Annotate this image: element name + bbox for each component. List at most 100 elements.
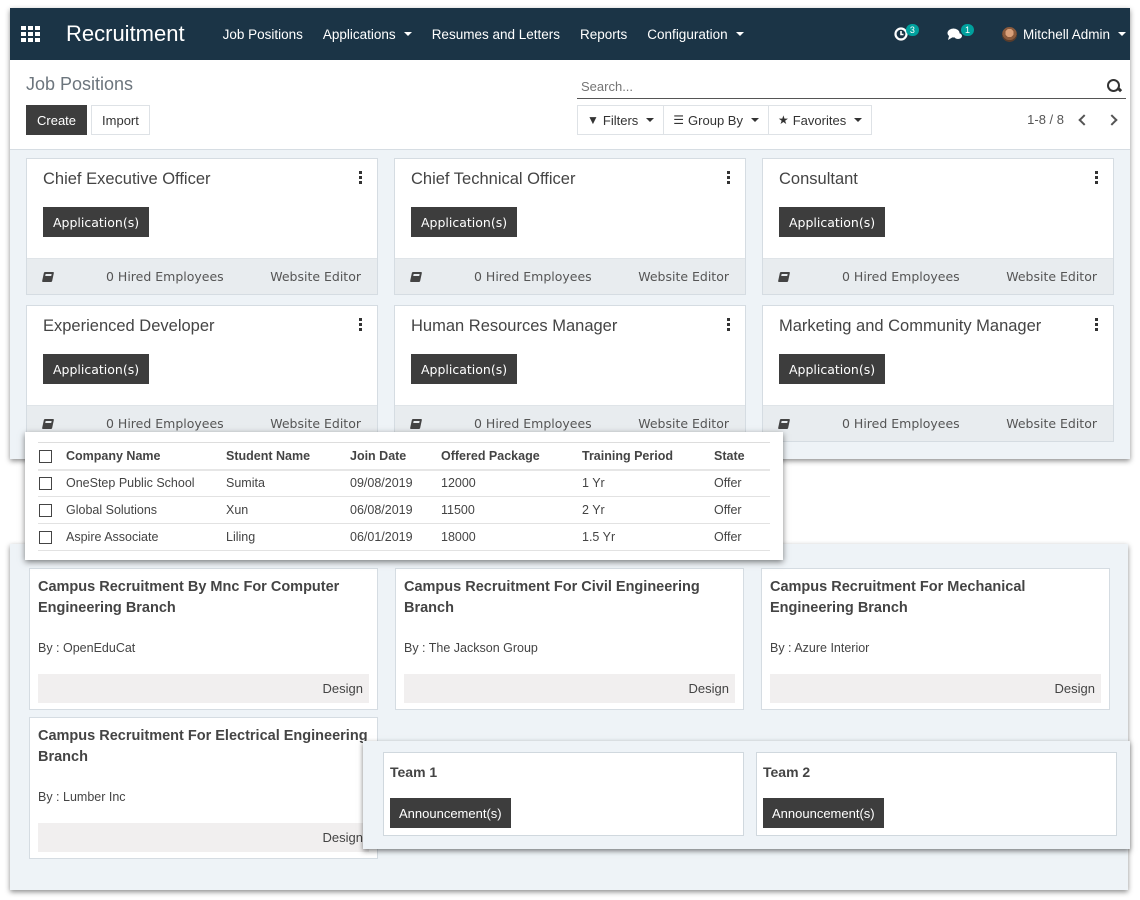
campus-card[interactable]: Campus Recruitment By Mnc For Computer E…: [29, 568, 378, 710]
group-by-button[interactable]: ☰ Group By: [663, 105, 769, 135]
team-card[interactable]: Team 1 Announcement(s): [383, 752, 744, 836]
applications-button[interactable]: Application(s): [779, 207, 886, 237]
column-header[interactable]: Join Date: [350, 442, 441, 471]
menu-reports[interactable]: Reports: [580, 27, 627, 42]
job-card[interactable]: Marketing and Community Manager Applicat…: [762, 305, 1114, 442]
book-icon[interactable]: [409, 271, 423, 282]
select-all-checkbox[interactable]: [39, 449, 52, 463]
job-title[interactable]: Human Resources Manager: [411, 317, 617, 336]
job-card[interactable]: Consultant Application(s) 0 Hired Employ…: [762, 158, 1114, 295]
kebab-menu-icon[interactable]: [1095, 171, 1099, 184]
app-brand[interactable]: Recruitment: [66, 21, 185, 47]
menu-job-positions[interactable]: Job Positions: [223, 27, 303, 42]
pager-value[interactable]: 1-8 / 8: [1027, 112, 1064, 127]
cell-state: Offer: [714, 523, 770, 551]
user-name: Mitchell Admin: [1022, 26, 1110, 42]
website-editor-link[interactable]: Website Editor: [270, 269, 361, 284]
job-card[interactable]: Chief Technical Officer Application(s) 0…: [394, 158, 746, 295]
caret-down-icon: [646, 118, 655, 122]
caret-down-icon: [735, 32, 744, 36]
row-checkbox[interactable]: [39, 504, 52, 518]
job-title[interactable]: Experienced Developer: [43, 317, 215, 336]
campus-card[interactable]: Campus Recruitment For Electrical Engine…: [29, 717, 378, 859]
cell-package: 11500: [441, 496, 582, 524]
applications-button[interactable]: Application(s): [43, 207, 150, 237]
activity-count-badge: 3: [905, 24, 919, 36]
announcements-button[interactable]: Announcement(s): [763, 798, 884, 828]
cell-student: Xun: [226, 496, 350, 524]
announcements-button[interactable]: Announcement(s): [390, 798, 511, 828]
favorites-button[interactable]: ★ Favorites: [767, 105, 873, 135]
job-title[interactable]: Chief Technical Officer: [411, 170, 575, 189]
cell-student: Sumita: [226, 469, 350, 497]
campus-card[interactable]: Campus Recruitment For Mechanical Engine…: [761, 568, 1110, 710]
messages-button[interactable]: 1: [947, 24, 974, 41]
applications-button[interactable]: Application(s): [411, 354, 518, 384]
menu-configuration[interactable]: Configuration: [647, 27, 744, 42]
applications-button[interactable]: Application(s): [411, 207, 518, 237]
cell-package: 18000: [441, 523, 582, 551]
filters-button[interactable]: ▼ Filters: [577, 105, 665, 135]
book-icon[interactable]: [41, 418, 55, 429]
applications-button[interactable]: Application(s): [779, 354, 886, 384]
kebab-menu-icon[interactable]: [359, 171, 363, 184]
chevron-left-icon[interactable]: [1078, 113, 1090, 126]
website-editor-link[interactable]: Website Editor: [1006, 416, 1097, 431]
menu-applications[interactable]: Applications: [323, 27, 412, 42]
book-icon[interactable]: [41, 271, 55, 282]
job-card[interactable]: Chief Executive Officer Application(s) 0…: [26, 158, 378, 295]
search-icon[interactable]: [1106, 78, 1124, 94]
applications-button[interactable]: Application(s): [43, 354, 150, 384]
menu-label: Applications: [322, 26, 396, 42]
campus-title: Campus Recruitment For Civil Engineering…: [404, 579, 700, 616]
kebab-menu-icon[interactable]: [727, 318, 731, 331]
job-title[interactable]: Marketing and Community Manager: [779, 317, 1041, 336]
column-header[interactable]: Company Name: [66, 442, 226, 471]
job-card[interactable]: Human Resources Manager Application(s) 0…: [394, 305, 746, 442]
create-button[interactable]: Create: [26, 105, 88, 135]
job-title[interactable]: Consultant: [779, 170, 858, 189]
search-input[interactable]: [577, 78, 1106, 94]
row-checkbox[interactable]: [39, 477, 52, 491]
cell-company: Global Solutions: [66, 496, 226, 524]
activities-button[interactable]: 3: [894, 24, 919, 41]
column-header[interactable]: Offered Package: [441, 442, 582, 471]
kebab-menu-icon[interactable]: [1095, 318, 1099, 331]
column-header[interactable]: Training Period: [582, 442, 714, 471]
placement-table: Company Name Student Name Join Date Offe…: [38, 442, 770, 551]
favorites-label: Favorites: [792, 112, 847, 128]
table-row[interactable]: Aspire Associate Liling 06/01/2019 18000…: [38, 523, 770, 551]
cell-state: Offer: [714, 469, 770, 497]
website-editor-link[interactable]: Website Editor: [638, 416, 729, 431]
kebab-menu-icon[interactable]: [727, 171, 731, 184]
campus-company: By : Azure Interior: [770, 641, 870, 655]
job-title[interactable]: Chief Executive Officer: [43, 170, 211, 189]
group-by-label: Group By: [688, 112, 743, 128]
campus-card[interactable]: Campus Recruitment For Civil Engineering…: [395, 568, 744, 710]
book-icon[interactable]: [409, 418, 423, 429]
campus-tag: Design: [770, 674, 1101, 703]
table-row[interactable]: OneStep Public School Sumita 09/08/2019 …: [38, 469, 770, 497]
website-editor-link[interactable]: Website Editor: [638, 269, 729, 284]
table-row[interactable]: Global Solutions Xun 06/08/2019 11500 2 …: [38, 496, 770, 524]
chevron-right-icon[interactable]: [1106, 113, 1118, 126]
top-navbar: Recruitment Job Positions Applications R…: [10, 8, 1130, 60]
website-editor-link[interactable]: Website Editor: [1006, 269, 1097, 284]
user-menu[interactable]: Mitchell Admin: [1001, 26, 1126, 42]
row-checkbox[interactable]: [39, 531, 52, 545]
kebab-menu-icon[interactable]: [359, 318, 363, 331]
campus-company: By : Lumber Inc: [38, 790, 126, 804]
book-icon[interactable]: [777, 271, 791, 282]
team-title: Team 2: [763, 764, 811, 780]
menu-resumes-and-letters[interactable]: Resumes and Letters: [432, 27, 560, 42]
job-card[interactable]: Experienced Developer Application(s) 0 H…: [26, 305, 378, 442]
import-button[interactable]: Import: [91, 105, 150, 135]
column-header[interactable]: State: [714, 442, 770, 471]
filters-label: Filters: [602, 112, 639, 128]
team-card[interactable]: Team 2 Announcement(s): [756, 752, 1117, 836]
website-editor-link[interactable]: Website Editor: [270, 416, 361, 431]
apps-grid-icon[interactable]: [21, 26, 41, 42]
column-header[interactable]: Student Name: [226, 442, 350, 471]
caret-down-icon: [854, 118, 863, 122]
book-icon[interactable]: [777, 418, 791, 429]
